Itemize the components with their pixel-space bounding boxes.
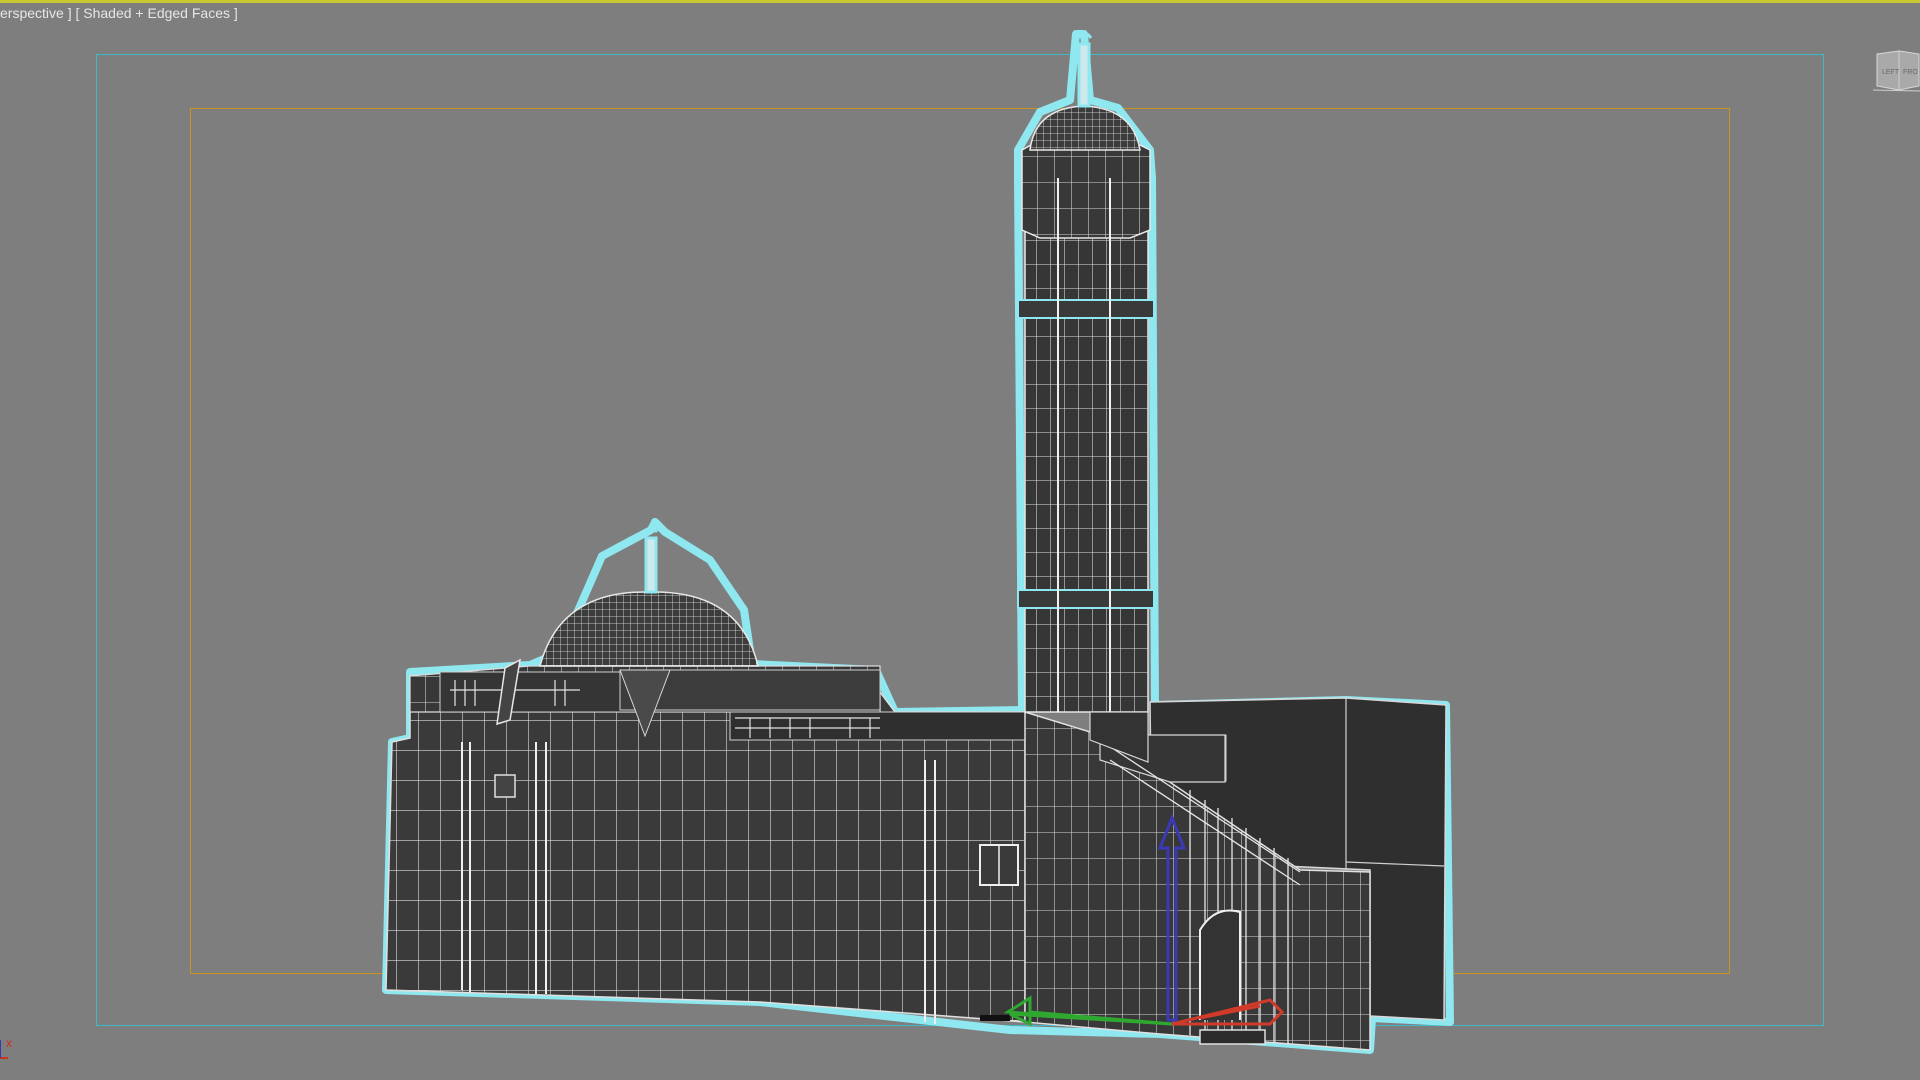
viewcube-icon[interactable]: LEFT FRO <box>1873 50 1920 92</box>
main-dome <box>539 527 759 667</box>
viewcube-front-label: FRO <box>1903 69 1918 76</box>
minaret <box>1017 31 1155 763</box>
viewcube-left-label: LEFT <box>1882 69 1900 76</box>
main-hall <box>385 658 1031 1024</box>
axis-x-label: x <box>6 1036 12 1050</box>
scene-canvas <box>382 30 1454 1054</box>
perspective-viewport[interactable]: erspective ] [ Shaded + Edged Faces ] LE… <box>0 0 1920 1080</box>
